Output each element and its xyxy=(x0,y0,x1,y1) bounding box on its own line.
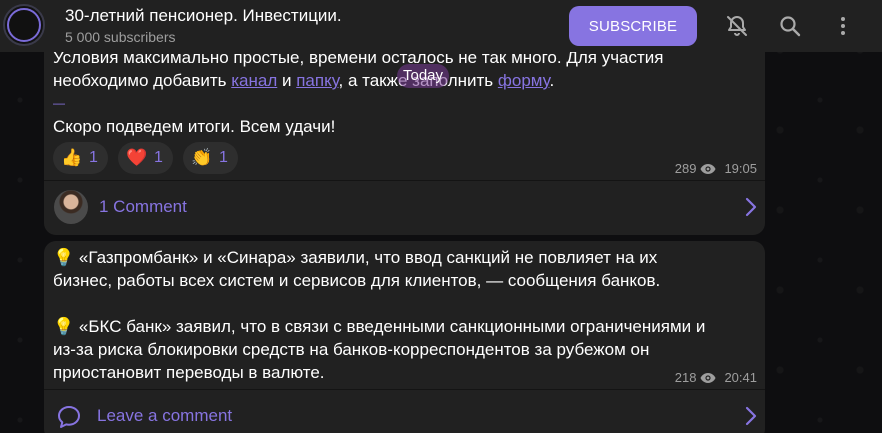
link-folder[interactable]: папку xyxy=(296,71,338,90)
text-fragment: . xyxy=(549,71,555,90)
link-channel[interactable]: канал xyxy=(231,71,277,90)
message-bubble: 💡 «Газпромбанк» и «Синара» заявили, что … xyxy=(44,241,765,433)
text-fragment: и xyxy=(277,71,297,90)
clapping-hands-icon: 👏 xyxy=(191,148,213,168)
thumbs-up-icon: 👍 xyxy=(61,148,83,168)
bell-muted-icon[interactable] xyxy=(723,12,751,40)
message-text: 💡 «Газпромбанк» и «Синара» заявили, что … xyxy=(53,246,758,384)
message-line: из-за риска блокировки средств на банков… xyxy=(53,340,650,359)
view-count: 218 xyxy=(674,370,697,385)
message-line: 💡 «Газпромбанк» и «Синара» заявили, что … xyxy=(53,248,658,267)
channel-logo xyxy=(7,8,41,42)
more-vertical-icon[interactable] xyxy=(829,12,857,40)
chevron-right-icon xyxy=(745,197,757,222)
message-time: 19:05 xyxy=(724,161,757,176)
reaction-count: 1 xyxy=(154,149,163,166)
heart-icon: ❤️ xyxy=(126,148,148,168)
message-time: 20:41 xyxy=(724,370,757,385)
chevron-right-icon xyxy=(745,406,757,431)
message-line: Скоро подведем итоги. Всем удачи! xyxy=(53,117,336,136)
commenter-avatar xyxy=(54,190,88,224)
comment-bubble-icon xyxy=(56,404,82,433)
subscriber-count: 5 000 subscribers xyxy=(65,29,176,45)
date-separator: Today xyxy=(397,64,450,88)
message-bubble: Условия максимально простые, времени ост… xyxy=(44,30,765,235)
dash-link[interactable]: — xyxy=(53,92,758,115)
leave-comment-label: Leave a comment xyxy=(97,406,233,425)
reaction-heart[interactable]: ❤️ 1 xyxy=(118,142,173,174)
dash-text: — xyxy=(53,96,65,110)
message-line: 💡 «БКС банк» заявил, что в связи с введе… xyxy=(53,317,706,336)
link-form[interactable]: форму xyxy=(498,71,550,90)
subscribe-button[interactable]: SUBSCRIBE xyxy=(569,6,697,46)
view-count: 289 xyxy=(674,161,697,176)
comments-count: 1 Comment xyxy=(99,197,187,216)
comments-button[interactable]: 1 Comment xyxy=(44,180,765,232)
message-line: бизнес, работы всех систем и сервисов дл… xyxy=(53,271,661,290)
eye-icon xyxy=(700,372,716,384)
reaction-count: 1 xyxy=(89,149,98,166)
text-fragment: необходимо добавить xyxy=(53,71,232,90)
reaction-count: 1 xyxy=(219,149,228,166)
eye-icon xyxy=(700,163,716,175)
leave-comment-button[interactable]: Leave a comment xyxy=(44,389,765,433)
reaction-like[interactable]: 👍 1 xyxy=(53,142,108,174)
search-icon[interactable] xyxy=(776,12,804,40)
message-text: Условия максимально простые, времени ост… xyxy=(53,46,758,138)
message-line: приостановит переводы в валюте. xyxy=(53,363,325,382)
channel-info[interactable]: 30-летний пенсионер. Инвестиции. 5 000 s… xyxy=(65,6,342,46)
channel-title: 30-летний пенсионер. Инвестиции. xyxy=(65,6,342,25)
channel-avatar[interactable] xyxy=(3,4,45,46)
message-meta: 289 19:05 xyxy=(675,161,757,176)
reaction-clap[interactable]: 👏 1 xyxy=(183,142,238,174)
message-meta: 218 20:41 xyxy=(675,370,757,385)
channel-header: 30-летний пенсионер. Инвестиции. 5 000 s… xyxy=(0,0,882,52)
